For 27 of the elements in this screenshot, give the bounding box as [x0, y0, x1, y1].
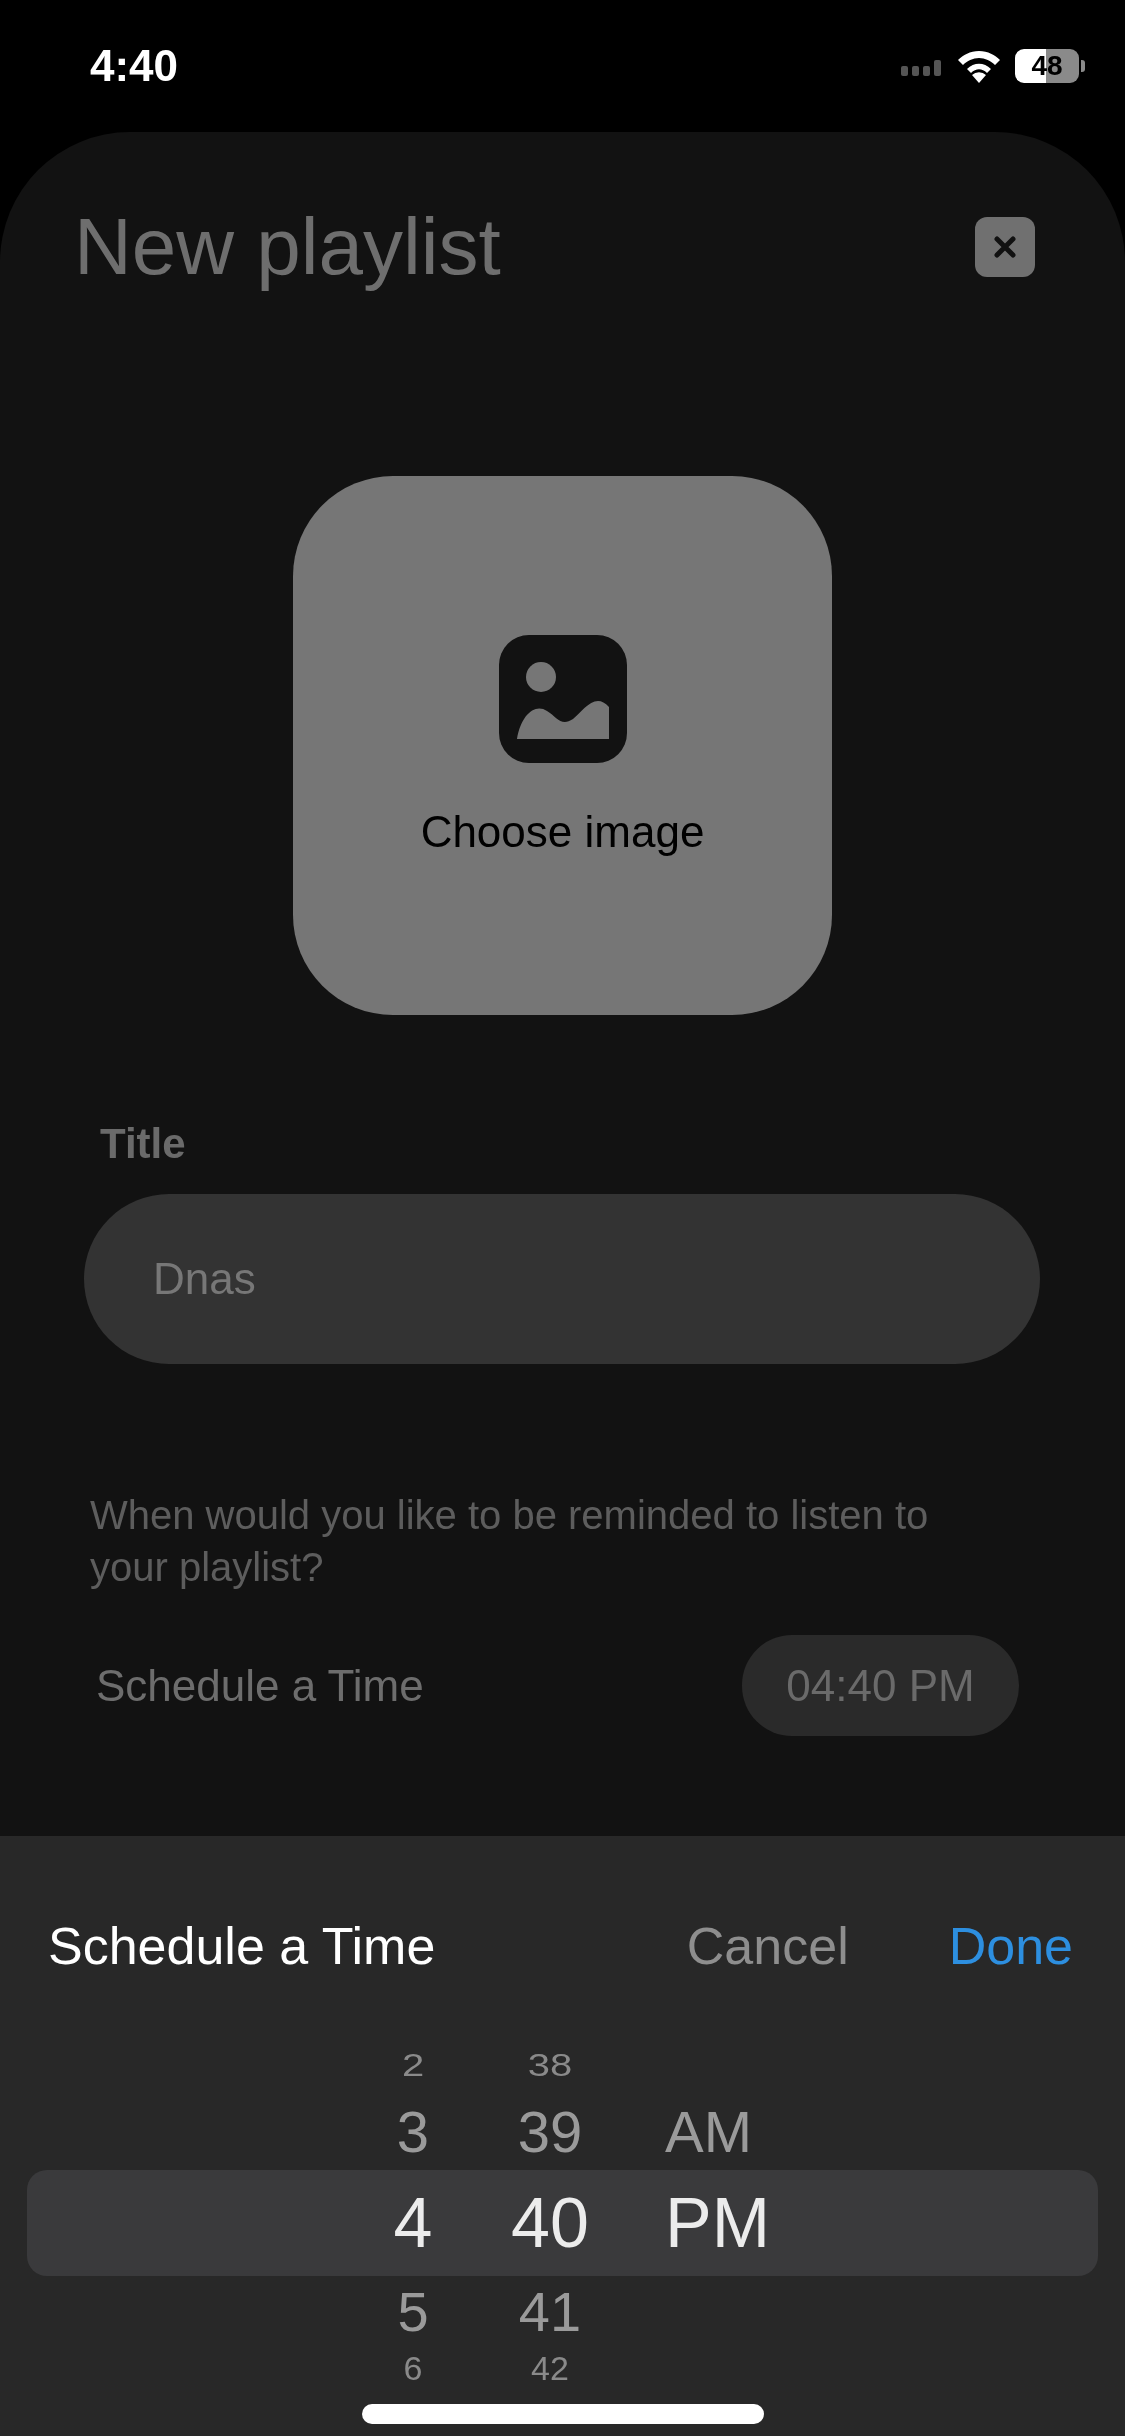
close-button[interactable]	[975, 217, 1035, 277]
sheet-title: New playlist	[74, 202, 501, 292]
picker-item[interactable]: PM	[665, 2170, 865, 2276]
status-time: 4:40	[90, 41, 179, 91]
done-button[interactable]: Done	[948, 1916, 1073, 1976]
schedule-label: Schedule a Time	[96, 1660, 424, 1711]
close-icon	[994, 236, 1016, 258]
picker-title: Schedule a Time	[48, 1916, 437, 1976]
image-icon	[498, 634, 627, 763]
picker-item[interactable]: 5	[353, 2276, 473, 2348]
field-label: Title	[100, 1119, 187, 1169]
choose-image-button[interactable]: Choose image	[293, 476, 832, 1015]
picker-item[interactable]: 2	[353, 2043, 473, 2088]
title-input[interactable]: Dnas	[84, 1194, 1040, 1364]
picker-item[interactable]: 3	[353, 2093, 473, 2170]
picker-item[interactable]: 6	[353, 2348, 473, 2388]
cancel-button[interactable]: Cancel	[686, 1916, 849, 1976]
picker-item[interactable]: 42	[475, 2348, 625, 2388]
wifi-icon	[957, 49, 1001, 83]
picker-item[interactable]: AM	[665, 2093, 865, 2170]
picker-item[interactable]: 41	[475, 2276, 625, 2348]
picker-item[interactable]: 4	[353, 2170, 473, 2276]
reminder-prompt: When would you like to be reminded to listen to your playlist?	[90, 1492, 930, 1591]
picker-item[interactable]: 39	[475, 2093, 625, 2170]
picker-item[interactable]: 40	[475, 2170, 625, 2276]
time-button[interactable]: 04:40 PM	[742, 1635, 1019, 1736]
picker-item[interactable]: 38	[475, 2043, 625, 2088]
